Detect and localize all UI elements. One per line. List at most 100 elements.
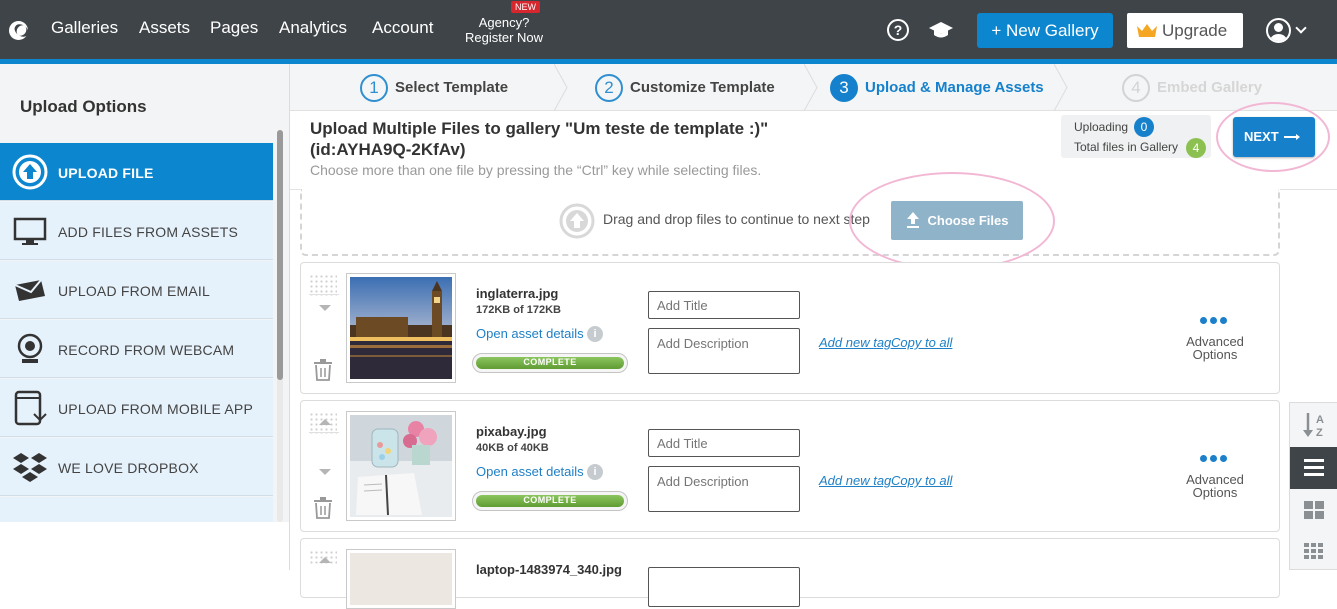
list-view-button[interactable]: [1290, 447, 1337, 489]
sidebar-footer: [0, 522, 289, 570]
webcam-icon: [17, 333, 43, 363]
page-title-line: Upload Multiple Files to gallery "Um tes…: [310, 119, 769, 138]
asset-file-size: 172KB of 172KB: [476, 304, 561, 316]
step-label: Upload & Manage Assets: [865, 79, 1044, 96]
app-logo-icon[interactable]: [9, 21, 28, 40]
move-down-icon[interactable]: [319, 305, 331, 311]
grid-view-button[interactable]: [1290, 489, 1337, 531]
info-icon[interactable]: i: [587, 464, 603, 480]
step-separator-icon: [1054, 64, 1068, 111]
sort-alpha-icon: A Z: [1303, 413, 1324, 438]
small-grid-view-icon: [1304, 543, 1323, 559]
more-options-icon[interactable]: [1200, 449, 1230, 462]
graduation-cap-icon[interactable]: [929, 22, 953, 40]
new-badge: NEW: [511, 1, 540, 13]
step-separator-icon: [554, 64, 568, 111]
highlight-circle: [849, 172, 1055, 270]
nav-assets[interactable]: Assets: [139, 18, 190, 38]
nav-account[interactable]: Account: [372, 18, 433, 38]
asset-file-name: inglaterra.jpg: [476, 286, 559, 301]
asset-row: pixabay.jpg 40KB of 40KB Open asset deta…: [300, 400, 1280, 532]
nav-agency-register[interactable]: Agency? Register Now: [458, 15, 550, 45]
mobile-icon: [14, 390, 47, 426]
advanced-options-label[interactable]: Advanced Options: [1169, 473, 1261, 499]
total-files-badge: 4: [1186, 138, 1206, 158]
sidebar-item-email[interactable]: UPLOAD FROM EMAIL: [0, 261, 273, 319]
nav-galleries[interactable]: Galleries: [51, 18, 118, 38]
asset-description-input[interactable]: [648, 466, 800, 512]
sidebar-item-upload-file[interactable]: UPLOAD FILE: [0, 143, 273, 201]
sidebar-item-assets[interactable]: ADD FILES FROM ASSETS: [0, 202, 273, 260]
view-toolbar: A Z: [1289, 402, 1337, 570]
sidebar-item-label: UPLOAD FROM MOBILE APP: [58, 401, 253, 417]
copy-to-all-link[interactable]: Copy to all: [891, 335, 952, 350]
step-label: Select Template: [395, 79, 509, 96]
info-icon[interactable]: i: [587, 326, 603, 342]
step-label: Customize Template: [630, 79, 775, 96]
asset-thumbnail[interactable]: [346, 411, 456, 521]
uploading-label: Uploading: [1074, 120, 1129, 134]
add-new-tag-link[interactable]: Add new tag: [819, 335, 891, 350]
asset-row: inglaterra.jpg 172KB of 172KB Open asset…: [300, 262, 1280, 394]
sidebar-item-webcam[interactable]: RECORD FROM WEBCAM: [0, 320, 273, 378]
step-separator-icon: [804, 64, 818, 111]
sidebar-item-label: UPLOAD FILE: [58, 165, 154, 181]
asset-row: laptop-1483974_340.jpg: [300, 538, 1280, 609]
sidebar-item-label: WE LOVE DROPBOX: [58, 460, 199, 476]
sidebar-item-dropbox[interactable]: WE LOVE DROPBOX: [0, 438, 273, 496]
upload-hint: Choose more than one file by pressing th…: [310, 162, 762, 178]
sort-alpha-button[interactable]: A Z: [1290, 403, 1337, 445]
move-down-icon[interactable]: [319, 469, 331, 475]
upload-status: COMPLETE: [523, 357, 577, 367]
monitor-icon: [13, 217, 47, 245]
user-avatar-icon[interactable]: [1266, 18, 1291, 43]
row-divider: [309, 294, 339, 295]
trash-icon[interactable]: [313, 359, 333, 381]
asset-title-input[interactable]: [648, 567, 800, 607]
sidebar-item-mobile-app[interactable]: UPLOAD FROM MOBILE APP: [0, 379, 273, 437]
asset-thumbnail[interactable]: [346, 273, 456, 383]
svg-text:Z: Z: [1316, 427, 1323, 438]
nav-pages[interactable]: Pages: [210, 18, 258, 38]
advanced-options-label[interactable]: Advanced Options: [1169, 335, 1261, 361]
sidebar-item-label: ADD FILES FROM ASSETS: [58, 224, 239, 240]
upload-circle-icon: [559, 203, 595, 239]
gallery-id: (id:AYHA9Q-2KfAv): [310, 140, 466, 159]
crown-icon: [1137, 24, 1157, 37]
nav-analytics[interactable]: Analytics: [279, 18, 347, 38]
trash-icon[interactable]: [313, 497, 333, 519]
help-icon[interactable]: ?: [887, 19, 909, 41]
step-number: 3: [830, 74, 858, 102]
move-up-icon[interactable]: [319, 557, 331, 563]
uploading-count-badge: 0: [1134, 117, 1154, 137]
envelope-icon: [14, 279, 45, 301]
asset-title-input[interactable]: [648, 291, 800, 319]
dropzone-text: Drag and drop files to continue to next …: [603, 211, 870, 227]
asset-file-name: pixabay.jpg: [476, 424, 547, 439]
new-gallery-button[interactable]: + New Gallery: [977, 13, 1113, 48]
more-options-icon[interactable]: [1200, 311, 1230, 324]
move-up-icon[interactable]: [319, 419, 331, 425]
drag-handle[interactable]: [309, 274, 337, 296]
svg-text:A: A: [1316, 414, 1324, 426]
asset-file-size: 40KB of 40KB: [476, 442, 549, 454]
upload-circle-icon: [12, 154, 48, 190]
step-number: 4: [1122, 74, 1150, 102]
wizard-steps: 1 Select Template 2 Customize Template 3…: [290, 64, 1337, 111]
open-asset-details-link[interactable]: Open asset details: [476, 326, 584, 341]
grid-view-icon: [1304, 501, 1324, 519]
sidebar-title: Upload Options: [20, 97, 147, 116]
open-asset-details-link[interactable]: Open asset details: [476, 464, 584, 479]
highlight-circle: [1216, 102, 1330, 172]
asset-thumbnail[interactable]: [346, 549, 456, 609]
add-new-tag-link[interactable]: Add new tag: [819, 473, 891, 488]
copy-to-all-link[interactable]: Copy to all: [891, 473, 952, 488]
small-grid-view-button[interactable]: [1290, 531, 1337, 573]
asset-description-input[interactable]: [648, 328, 800, 374]
step-number: 2: [595, 74, 623, 102]
upload-stats: Uploading 0 Total files in Gallery 4: [1061, 115, 1211, 158]
row-divider: [309, 432, 339, 433]
sidebar-scrollbar-thumb[interactable]: [277, 130, 283, 380]
asset-title-input[interactable]: [648, 429, 800, 457]
register-label: Register Now: [464, 30, 544, 45]
